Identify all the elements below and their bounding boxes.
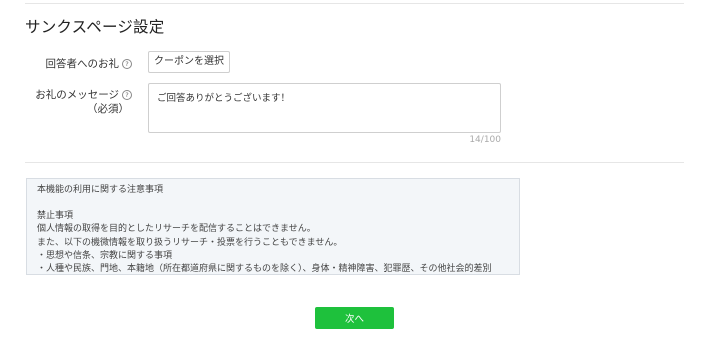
message-label-text: お礼のメッセージ — [35, 89, 119, 101]
reward-label-text: 回答者へのお礼 — [45, 58, 120, 70]
section-title: サンクスページ設定 — [25, 18, 165, 36]
help-icon[interactable]: ? — [122, 59, 132, 69]
notice-line: ・人種や民族、門地、本籍地（所在都道府県に関するものを除く）、身体・精神障害、犯… — [37, 264, 492, 275]
top-divider — [25, 3, 684, 4]
notice-line: 禁止事項 — [37, 211, 74, 222]
notice-line: また、以下の機微情報を取り扱うリサーチ・投票を行うこともできません。 — [37, 237, 343, 248]
select-coupon-button[interactable]: クーポンを選択 — [148, 51, 230, 73]
thanks-message-input[interactable]: ご回答ありがとうございます！ — [148, 83, 501, 133]
required-label: （必須） — [87, 103, 129, 115]
notice-line: 個人情報の取得を目的としたリサーチを配信することはできません。 — [37, 224, 316, 235]
reward-label: 回答者へのお礼? — [40, 56, 132, 71]
help-icon[interactable]: ? — [122, 90, 132, 100]
character-counter: 14/100 — [469, 135, 501, 145]
section-divider — [25, 162, 684, 163]
message-label: お礼のメッセージ? （必須） — [30, 88, 132, 116]
notice-title: 本機能の利用に関する注意事項 — [37, 185, 164, 195]
next-button[interactable]: 次へ — [315, 307, 394, 329]
notice-line: ・思想や信条、宗教に関する事項 — [37, 250, 173, 261]
notice-box[interactable]: 本機能の利用に関する注意事項 禁止事項 個人情報の取得を目的としたリサーチを配信… — [26, 178, 520, 275]
